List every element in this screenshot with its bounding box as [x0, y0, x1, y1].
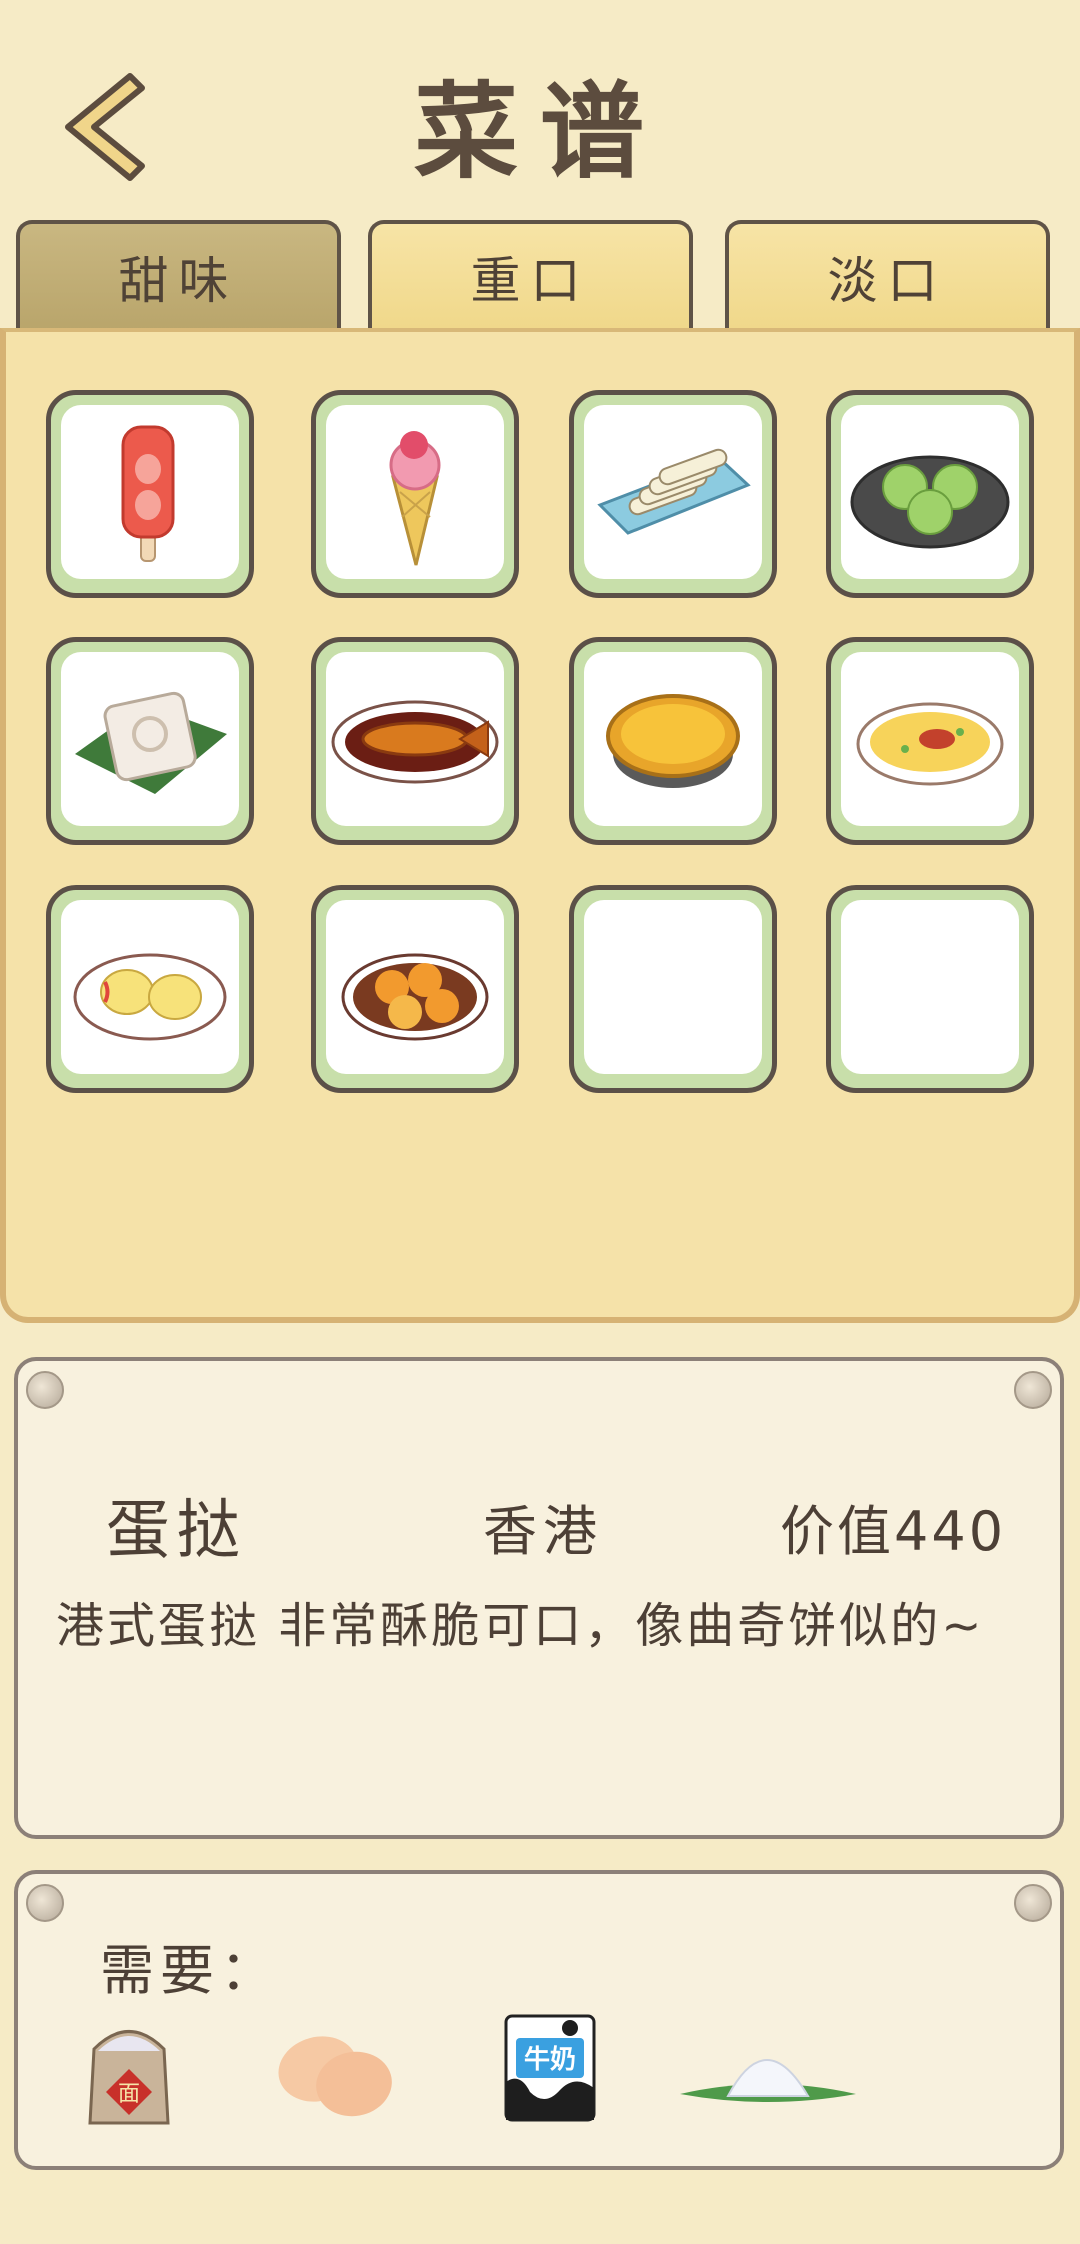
- svg-text:面: 面: [118, 2082, 140, 2107]
- sugar-pile-icon: [680, 2059, 856, 2102]
- recipe-slot-5[interactable]: [46, 637, 254, 845]
- milk-carton-icon: 牛奶: [504, 2014, 596, 2122]
- recipe-slot-2[interactable]: [311, 390, 519, 598]
- pin-icon: [1014, 1884, 1052, 1922]
- braised-fish-icon: [331, 700, 499, 784]
- recipe-slot-6[interactable]: [311, 637, 519, 845]
- svg-text:牛奶: 牛奶: [524, 2044, 576, 2075]
- fried-balls-icon: [341, 953, 489, 1041]
- pin-icon: [1014, 1371, 1052, 1409]
- recipe-slot-3[interactable]: [569, 390, 777, 598]
- strawberry-popsicle-icon: [121, 425, 175, 562]
- pin-icon: [26, 1884, 64, 1922]
- dish-name: 蛋挞: [106, 1494, 246, 1568]
- page-title: 菜谱: [413, 71, 666, 193]
- tab-heavy[interactable]: 重口: [368, 220, 693, 330]
- flour-sack-icon: 面: [88, 2030, 170, 2125]
- dish-description: 港式蛋挞 非常酥脆可口，像曲奇饼似的~: [56, 1598, 985, 1654]
- rolled-snacks-icon: [597, 448, 751, 535]
- pastry-plate-icon: [73, 953, 227, 1041]
- pin-icon: [26, 1371, 64, 1409]
- eggs-icon: [278, 2036, 392, 2117]
- requirements-panel: 需要： 面 牛奶: [14, 1870, 1064, 2170]
- dish-origin: 香港: [483, 1500, 603, 1563]
- recipe-slot-7[interactable]: [569, 637, 777, 845]
- egg-tart-icon: [606, 694, 740, 788]
- ingredient-eggs: [270, 2024, 400, 2128]
- recipe-slot-12[interactable]: [826, 885, 1034, 1093]
- ingredient-sugar: [678, 2034, 858, 2118]
- recipe-slot-1[interactable]: [46, 390, 254, 598]
- tab-sweet[interactable]: 甜味: [16, 220, 341, 330]
- tab-light[interactable]: 淡口: [725, 220, 1050, 330]
- recipe-slot-10[interactable]: [311, 885, 519, 1093]
- recipe-slot-8[interactable]: [826, 637, 1034, 845]
- recipe-slot-4[interactable]: [826, 390, 1034, 598]
- ingredient-flour: 面: [84, 2019, 174, 2133]
- recipe-slot-9[interactable]: [46, 885, 254, 1093]
- recipe-grid-panel: [0, 328, 1080, 1323]
- requirements-label: 需要：: [100, 1939, 280, 2002]
- ingredient-milk: 牛奶: [500, 2012, 600, 2128]
- dish-value: 价值440: [780, 1500, 1007, 1563]
- omelette-icon: [856, 702, 1004, 786]
- ice-cream-cone-icon: [389, 431, 441, 566]
- square-cake-icon: [75, 691, 227, 794]
- recipe-slot-11[interactable]: [569, 885, 777, 1093]
- recipe-detail-panel: 蛋挞 香港 价值440 港式蛋挞 非常酥脆可口，像曲奇饼似的~: [14, 1357, 1064, 1839]
- green-dumplings-icon: [850, 455, 1010, 549]
